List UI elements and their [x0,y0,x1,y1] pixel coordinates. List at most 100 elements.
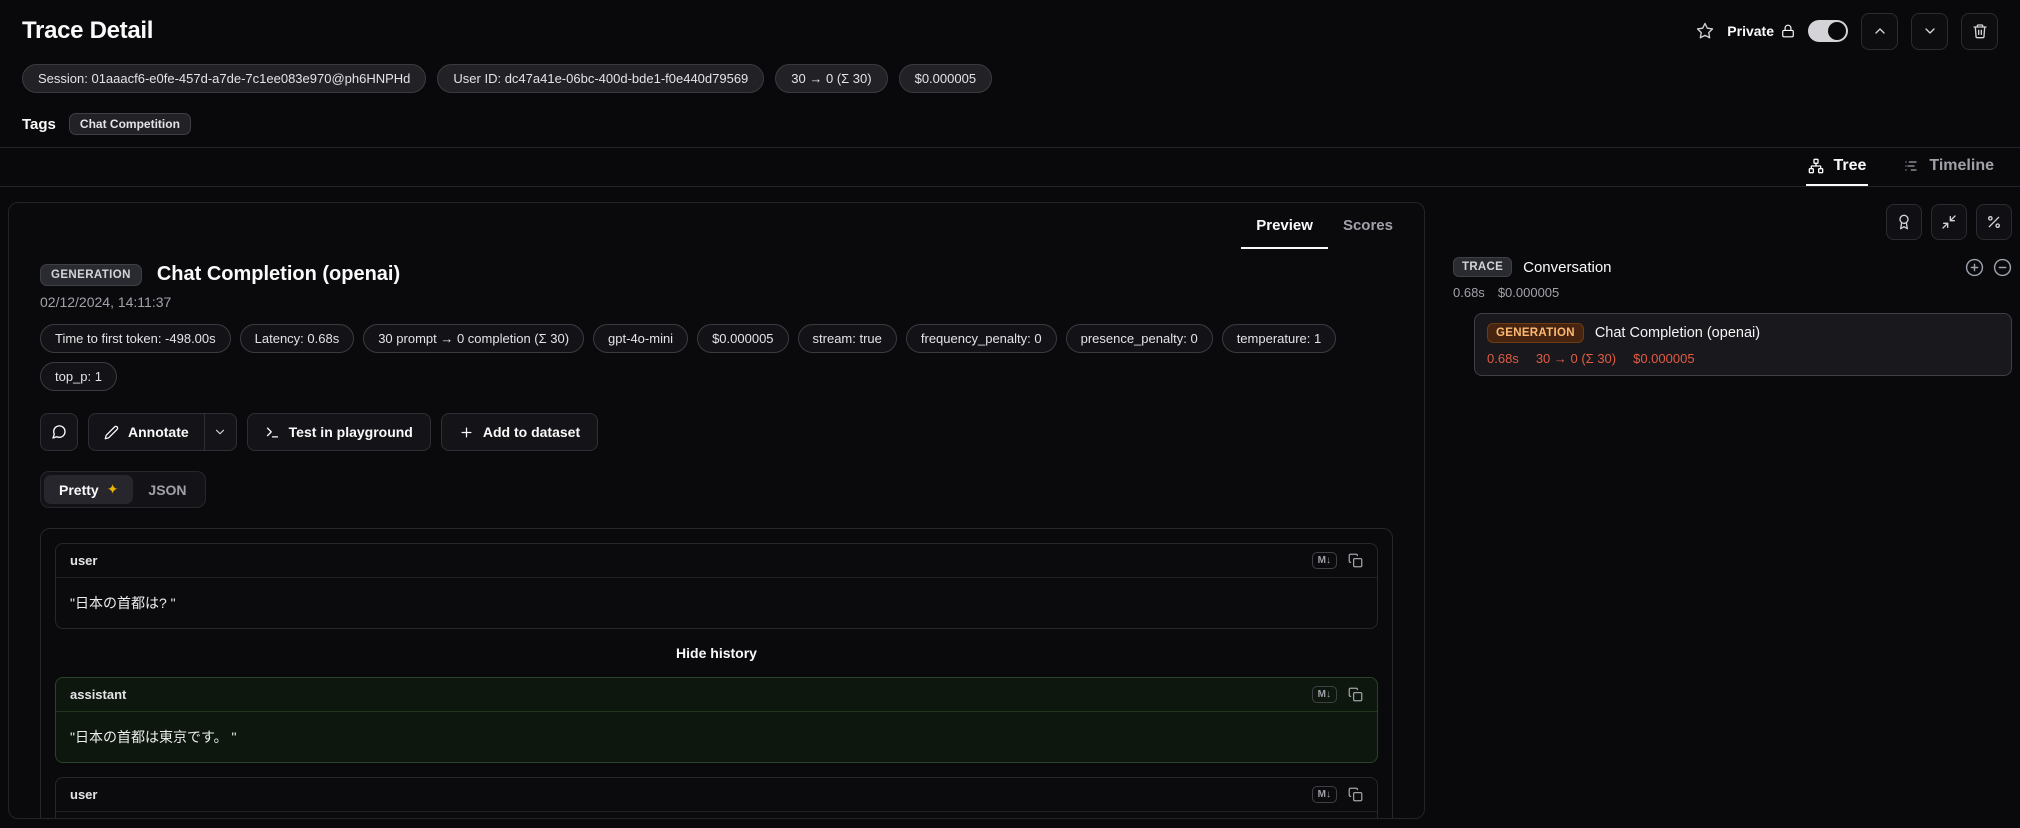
minimize-icon [1942,215,1956,229]
pill-top-p: top_p: 1 [40,362,117,391]
tab-timeline-label: Timeline [1929,157,1994,174]
trace-expand-controls [1965,258,2012,277]
sparkles-icon: ✦ [106,481,119,497]
tab-preview[interactable]: Preview [1241,203,1328,249]
test-in-playground-button[interactable]: Test in playground [246,413,431,451]
trace-metrics: 0.68s $0.000005 [1453,285,2012,300]
message-user-1: user M↓ "日本の首都は? " [55,543,1378,629]
trace-tree-panel: TRACE Conversation 0.68s $0.000005 GENER [1453,202,2012,819]
add-to-dataset-label: Add to dataset [482,424,581,440]
copy-button[interactable] [1348,687,1363,702]
toggle-knob [1828,22,1846,40]
percent-icon [1988,216,2000,228]
trash-icon [1972,24,1987,39]
delete-trace-button[interactable] [1961,12,1998,50]
user-id-badge[interactable]: User ID: dc47a41e-06bc-400d-bde1-f0e440d… [437,64,765,93]
format-pretty-label: Pretty [59,481,99,498]
pill-time-to-first-token: Time to first token: -498.00s [40,324,231,353]
message-header: assistant M↓ [56,678,1377,712]
format-toggle: Pretty ✦ JSON [40,471,206,508]
tree-icon [1809,158,1824,174]
tree-node-metrics: 0.68s 30 → 0 (Σ 30) $0.000005 [1487,351,1999,366]
message-tools: M↓ [1311,552,1363,569]
observation-actions: Annotate Test in playground Add to datas… [40,413,1393,451]
privacy-label: Private [1727,23,1774,39]
annotate-split-button: Annotate [88,413,237,451]
bookmark-star-button[interactable] [1696,22,1714,40]
trace-root-row[interactable]: TRACE Conversation [1453,257,2012,277]
format-json-tab[interactable]: JSON [133,475,201,504]
observation-title: Chat Completion (openai) [156,263,401,285]
chevron-down-icon [1924,28,1935,34]
lock-icon [1782,24,1794,38]
node-cost: $0.000005 [1633,351,1695,366]
hide-history-button[interactable]: Hide history [55,643,1378,663]
expand-all-button[interactable] [1965,258,1984,277]
tree-node-generation[interactable]: GENERATION Chat Completion (openai) 0.68… [1474,313,2012,376]
message-assistant: assistant M↓ "日本の首都は東京です。 " [55,677,1378,763]
privacy-control[interactable]: Private [1727,23,1795,39]
minus-circle-icon [1993,258,2012,276]
cost-badge: $0.000005 [898,64,993,93]
main-content: Preview Scores GENERATION Chat Completio… [0,187,2020,819]
tab-scores[interactable]: Scores [1328,203,1408,249]
meta-badges-row: Session: 01aaacf6-e0fe-457d-a7de-7c1ee08… [0,50,2020,93]
plus-icon [461,427,472,437]
tree-node-header: GENERATION Chat Completion (openai) [1487,323,1999,343]
message-tools: M↓ [1311,686,1363,703]
format-pretty-tab[interactable]: Pretty ✦ [44,475,134,504]
annotate-button[interactable]: Annotate [89,414,204,450]
session-badge[interactable]: Session: 01aaacf6-e0fe-457d-a7de-7c1ee08… [22,64,427,93]
markdown-toggle-icon[interactable]: M↓ [1311,686,1337,703]
pill-temperature: temperature: 1 [1221,324,1337,353]
observation-timestamp: 02/12/2024, 14:11:37 [40,294,172,310]
tag-chat-competition[interactable]: Chat Competition [68,113,191,135]
header: Trace Detail Private [0,0,2020,50]
observation-type-badge: GENERATION [40,263,142,286]
previous-trace-button[interactable] [1861,12,1898,50]
message-header: user M↓ [56,544,1377,578]
plus-circle-icon [1965,258,1984,276]
trace-type-badge: TRACE [1453,257,1513,277]
header-actions: Private [1696,12,1998,50]
copy-button[interactable] [1348,553,1363,568]
pill-presence-penalty: presence_penalty: 0 [1065,324,1213,353]
markdown-toggle-icon[interactable]: M↓ [1311,786,1337,803]
next-trace-button[interactable] [1911,12,1948,50]
tab-timeline[interactable]: Timeline [1902,148,1996,186]
message-role: user [70,787,98,802]
collapse-all-button[interactable] [1931,204,1967,240]
award-icon [1899,214,1909,230]
io-messages-container: user M↓ "日本の首都は? " Hide history assistan… [40,528,1393,818]
toggle-metrics-button[interactable] [1976,204,2012,240]
chevron-down-icon [216,429,225,435]
tab-tree[interactable]: Tree [1806,148,1869,186]
chevron-up-icon [1874,28,1885,34]
markdown-toggle-icon[interactable]: M↓ [1311,552,1337,569]
comments-button[interactable] [40,413,78,451]
copy-icon [1348,687,1363,702]
pencil-icon [104,425,119,439]
tags-row: Tags Chat Competition [0,93,2020,135]
annotate-label: Annotate [128,424,189,440]
pill-token-usage: 30 prompt → 0 completion (Σ 30) [363,324,585,353]
message-user-2: user M↓ "ありがとう" [55,777,1378,818]
preview-panel-tabs: Preview Scores [9,203,1424,249]
annotate-dropdown-button[interactable] [203,414,236,450]
public-access-toggle[interactable] [1808,20,1848,42]
pill-frequency-penalty: frequency_penalty: 0 [905,324,1057,353]
comment-bubble-icon [52,425,66,439]
collapse-node-button[interactable] [1993,258,2012,277]
tree-node-title: Chat Completion (openai) [1594,325,1761,341]
timeline-icon [1905,161,1918,171]
pill-stream: stream: true [797,324,897,353]
observation-header: GENERATION Chat Completion (openai) [40,263,1393,286]
message-role: assistant [70,687,127,702]
tags-label: Tags [22,115,56,133]
toggle-scores-button[interactable] [1886,204,1922,240]
message-role: user [70,553,98,568]
message-content: "日本の首都は東京です。 " [70,729,237,745]
pill-model[interactable]: gpt-4o-mini [593,324,689,353]
copy-button[interactable] [1348,787,1363,802]
add-to-dataset-button[interactable]: Add to dataset [440,413,599,451]
